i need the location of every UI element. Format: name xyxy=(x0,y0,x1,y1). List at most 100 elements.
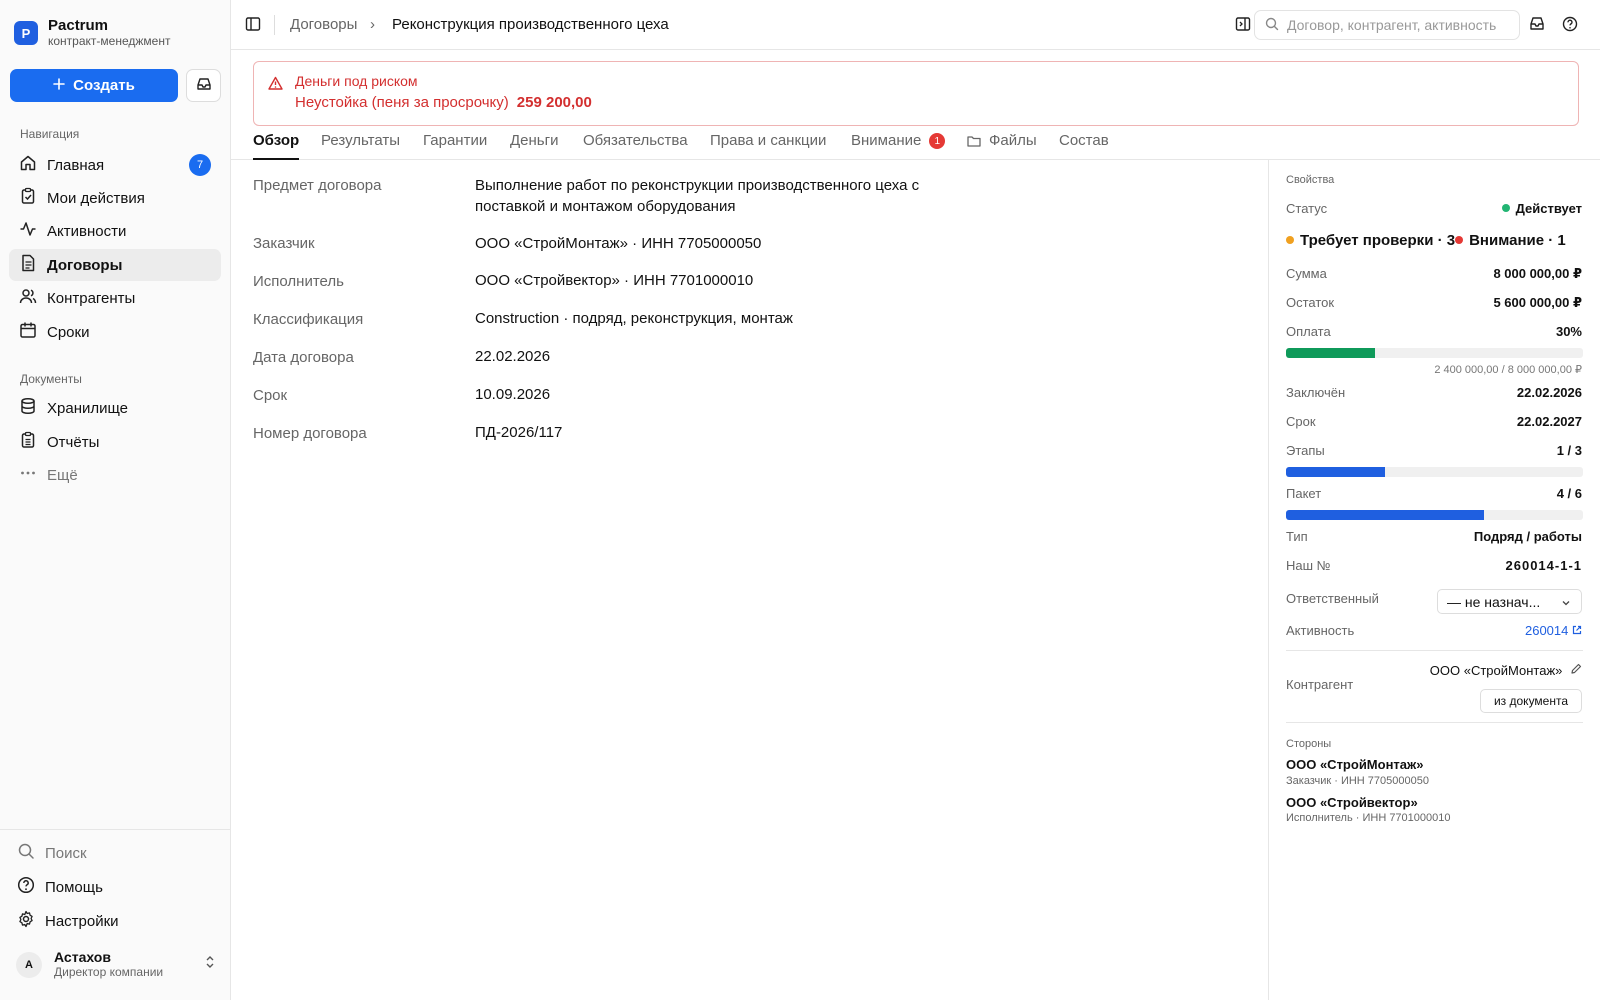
topbar-separator xyxy=(274,15,275,35)
sidebar-item-help[interactable]: Помощь xyxy=(7,871,219,903)
search-box[interactable] xyxy=(1254,10,1520,40)
clipboard-check-icon xyxy=(19,187,37,209)
flags: Требует проверки · 3 Внимание · 1 xyxy=(1286,232,1566,249)
alert-text: Неустойка (пеня за просрочку) 259 200,00 xyxy=(295,94,592,111)
tab-label: Состав xyxy=(1059,132,1109,149)
field-value-contract-number: ПД-2026/117 xyxy=(475,424,563,441)
sidebar-item-reports[interactable]: Отчёты xyxy=(9,426,221,458)
status-text: Действует xyxy=(1515,201,1582,216)
tab-results[interactable]: Результаты xyxy=(321,132,400,160)
stages-progress-fill xyxy=(1286,467,1385,477)
party-name[interactable]: ООО «Стройвектор» xyxy=(1286,795,1418,810)
tab-label: Результаты xyxy=(321,132,400,149)
status-dot xyxy=(1501,204,1510,212)
sidebar-item-label: Договоры xyxy=(47,256,123,274)
responsible-label: Ответственный xyxy=(1286,591,1379,606)
review-dot xyxy=(1286,236,1294,244)
tab-guarantees[interactable]: Гарантии xyxy=(423,132,487,160)
sidebar-item-label: Ещё xyxy=(47,466,78,484)
plus-icon xyxy=(53,77,65,94)
field-label-subject: Предмет договора xyxy=(253,177,382,194)
database-icon xyxy=(19,397,37,419)
from-document-button[interactable]: из документа xyxy=(1480,689,1582,713)
gear-icon xyxy=(17,910,35,932)
field-value-subject: Выполнение работ по реконструкции произв… xyxy=(475,177,920,215)
sidebar-item-search[interactable]: Поиск xyxy=(7,837,219,869)
stages-progress-bar xyxy=(1286,467,1583,477)
sidebar-item-settings[interactable]: Настройки xyxy=(7,905,219,937)
user-menu[interactable]: А Астахов Директор компании xyxy=(16,950,216,979)
flag-review[interactable]: Требует проверки · 3 xyxy=(1300,232,1455,249)
sidebar-item-more[interactable]: Ещё xyxy=(9,459,221,491)
flag-attention[interactable]: Внимание · 1 xyxy=(1469,232,1566,249)
chevron-up-down-icon xyxy=(204,954,216,973)
sidebar-divider xyxy=(0,829,230,830)
inbox-icon xyxy=(196,77,212,94)
help-icon xyxy=(17,876,35,898)
sidebar-item-label: Активности xyxy=(47,222,127,240)
sidebar-item-label: Главная xyxy=(47,156,105,174)
inbox-button[interactable] xyxy=(186,69,221,102)
field-value-term: 10.09.2026 xyxy=(475,386,551,403)
sidebar-item-activities[interactable]: Активности xyxy=(9,215,221,247)
tab-composition[interactable]: Состав xyxy=(1059,132,1109,160)
sidebar-item-contracts[interactable]: Договоры xyxy=(9,249,221,281)
sidebar-item-label: Мои действия xyxy=(47,189,145,207)
tab-obligations[interactable]: Обязательства xyxy=(583,132,688,160)
attention-dot xyxy=(1455,236,1464,244)
responsible-value: — не назнач... xyxy=(1447,593,1541,610)
responsible-select[interactable]: — не назнач... xyxy=(1437,589,1582,614)
term-label: Срок xyxy=(1286,414,1316,429)
activity-link[interactable]: 260014 xyxy=(1525,623,1582,638)
term-value: 22.02.2027 xyxy=(1516,414,1582,429)
properties-panel: Свойства Статус Действует Требует провер… xyxy=(1268,160,1600,1000)
pencil-icon[interactable] xyxy=(1570,663,1582,678)
help-icon[interactable] xyxy=(1562,16,1578,35)
payment-detail: 2 400 000,00 / 8 000 000,00 ₽ xyxy=(1434,364,1582,376)
properties-title: Свойства xyxy=(1286,174,1335,186)
our-number-value: 260014-1-1 xyxy=(1505,558,1582,573)
field-label-customer: Заказчик xyxy=(253,235,315,252)
alert-amount: 259 200,00 xyxy=(516,94,592,111)
sidebar-item-my-actions[interactable]: Мои действия xyxy=(9,182,221,214)
field-label-classification: Классификация xyxy=(253,311,364,328)
brand[interactable]: P Pactrum контракт-менеджмент xyxy=(14,18,170,48)
counterparty-name: ООО «СтройМонтаж» xyxy=(1429,663,1563,678)
tab-rights-sanctions[interactable]: Права и санкции xyxy=(710,132,826,160)
field-value-customer: ООО «СтройМонтаж» · ИНН 7705000050 xyxy=(475,235,762,252)
tab-overview[interactable]: Обзор xyxy=(253,132,300,160)
search-input[interactable] xyxy=(1287,17,1517,33)
sidebar-item-deadlines[interactable]: Сроки xyxy=(9,316,221,348)
activity-link-text: 260014 xyxy=(1524,623,1569,638)
tab-money[interactable]: Деньги xyxy=(510,132,558,160)
type-value: Подряд / работы xyxy=(1473,529,1582,544)
sum-label: Сумма xyxy=(1286,266,1327,281)
status-label: Статус xyxy=(1286,201,1328,216)
tab-label: Права и санкции xyxy=(710,132,827,149)
sidebar-toggle-icon[interactable] xyxy=(245,16,261,35)
folder-icon xyxy=(967,134,981,160)
breadcrumb-contracts[interactable]: Договоры xyxy=(290,16,357,33)
stages-value: 1 / 3 xyxy=(1556,443,1582,458)
docs-section-title: Документы xyxy=(20,372,82,386)
tab-label: Обязательства xyxy=(583,132,688,149)
topbar: Договоры › Реконструкция производственно… xyxy=(231,0,1600,50)
attention-badge: 1 xyxy=(929,133,946,149)
sidebar-item-label: Поиск xyxy=(45,844,87,862)
sidebar-item-counterparties[interactable]: Контрагенты xyxy=(9,282,221,314)
warning-icon xyxy=(268,76,283,93)
panel-toggle-icon[interactable] xyxy=(1235,16,1251,35)
sum-value: 8 000 000,00 ₽ xyxy=(1493,266,1582,281)
sidebar-item-home[interactable]: Главная 7 xyxy=(9,149,221,181)
sidebar-item-storage[interactable]: Хранилище xyxy=(9,392,221,424)
tab-attention[interactable]: Внимание 1 xyxy=(851,132,946,160)
field-value-contract-date: 22.02.2026 xyxy=(475,348,551,365)
status-value: Действует xyxy=(1501,201,1582,216)
inbox-icon[interactable] xyxy=(1529,16,1545,34)
payment-progress-bar xyxy=(1286,348,1583,358)
brand-subtitle: контракт-менеджмент xyxy=(48,34,171,48)
tab-files[interactable]: Файлы xyxy=(967,132,1037,160)
party-name[interactable]: ООО «СтройМонтаж» xyxy=(1286,757,1423,772)
create-button[interactable]: Создать xyxy=(10,69,178,102)
user-name: Астахов xyxy=(54,949,111,965)
